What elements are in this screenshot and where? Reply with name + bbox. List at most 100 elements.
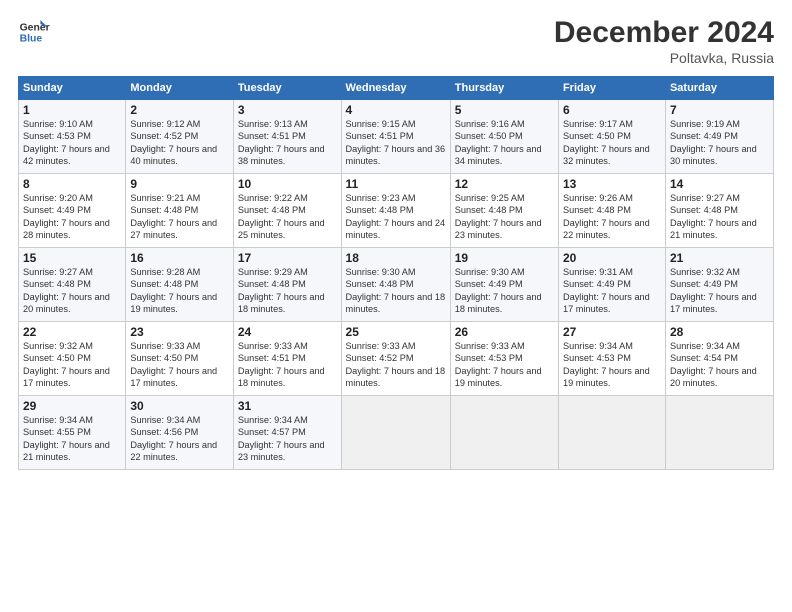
title-block: December 2024 Poltavka, Russia: [554, 16, 774, 66]
logo-icon: General Blue: [18, 16, 50, 48]
cal-cell: 9 Sunrise: 9:21 AMSunset: 4:48 PMDayligh…: [126, 174, 234, 248]
day-info: Sunrise: 9:30 AMSunset: 4:48 PMDaylight:…: [346, 267, 446, 314]
cal-cell: 22 Sunrise: 9:32 AMSunset: 4:50 PMDaylig…: [19, 322, 126, 396]
cal-cell: 5 Sunrise: 9:16 AMSunset: 4:50 PMDayligh…: [450, 100, 558, 174]
day-number: 13: [563, 177, 661, 191]
day-info: Sunrise: 9:33 AMSunset: 4:51 PMDaylight:…: [238, 341, 325, 388]
cal-cell: 25 Sunrise: 9:33 AMSunset: 4:52 PMDaylig…: [341, 322, 450, 396]
day-info: Sunrise: 9:31 AMSunset: 4:49 PMDaylight:…: [563, 267, 650, 314]
cal-cell: 7 Sunrise: 9:19 AMSunset: 4:49 PMDayligh…: [665, 100, 773, 174]
day-number: 15: [23, 251, 121, 265]
cal-cell: 6 Sunrise: 9:17 AMSunset: 4:50 PMDayligh…: [558, 100, 665, 174]
day-info: Sunrise: 9:26 AMSunset: 4:48 PMDaylight:…: [563, 193, 650, 240]
day-number: 19: [455, 251, 554, 265]
day-number: 28: [670, 325, 769, 339]
cal-cell: 29 Sunrise: 9:34 AMSunset: 4:55 PMDaylig…: [19, 396, 126, 470]
day-info: Sunrise: 9:17 AMSunset: 4:50 PMDaylight:…: [563, 119, 650, 166]
cal-cell: 4 Sunrise: 9:15 AMSunset: 4:51 PMDayligh…: [341, 100, 450, 174]
col-header-saturday: Saturday: [665, 77, 773, 100]
day-number: 18: [346, 251, 446, 265]
cal-cell: 3 Sunrise: 9:13 AMSunset: 4:51 PMDayligh…: [233, 100, 341, 174]
day-info: Sunrise: 9:34 AMSunset: 4:56 PMDaylight:…: [130, 415, 217, 462]
day-info: Sunrise: 9:16 AMSunset: 4:50 PMDaylight:…: [455, 119, 542, 166]
day-number: 5: [455, 103, 554, 117]
cal-cell: 14 Sunrise: 9:27 AMSunset: 4:48 PMDaylig…: [665, 174, 773, 248]
day-info: Sunrise: 9:23 AMSunset: 4:48 PMDaylight:…: [346, 193, 446, 240]
cal-cell: 13 Sunrise: 9:26 AMSunset: 4:48 PMDaylig…: [558, 174, 665, 248]
day-info: Sunrise: 9:22 AMSunset: 4:48 PMDaylight:…: [238, 193, 325, 240]
day-info: Sunrise: 9:32 AMSunset: 4:50 PMDaylight:…: [23, 341, 110, 388]
day-info: Sunrise: 9:15 AMSunset: 4:51 PMDaylight:…: [346, 119, 446, 166]
day-info: Sunrise: 9:13 AMSunset: 4:51 PMDaylight:…: [238, 119, 325, 166]
day-number: 31: [238, 399, 337, 413]
day-number: 10: [238, 177, 337, 191]
col-header-thursday: Thursday: [450, 77, 558, 100]
day-info: Sunrise: 9:27 AMSunset: 4:48 PMDaylight:…: [670, 193, 757, 240]
day-info: Sunrise: 9:27 AMSunset: 4:48 PMDaylight:…: [23, 267, 110, 314]
cal-cell: 24 Sunrise: 9:33 AMSunset: 4:51 PMDaylig…: [233, 322, 341, 396]
day-info: Sunrise: 9:34 AMSunset: 4:53 PMDaylight:…: [563, 341, 650, 388]
day-info: Sunrise: 9:34 AMSunset: 4:57 PMDaylight:…: [238, 415, 325, 462]
cal-cell: 17 Sunrise: 9:29 AMSunset: 4:48 PMDaylig…: [233, 248, 341, 322]
day-number: 16: [130, 251, 229, 265]
cal-cell: [558, 396, 665, 470]
day-info: Sunrise: 9:12 AMSunset: 4:52 PMDaylight:…: [130, 119, 217, 166]
day-number: 7: [670, 103, 769, 117]
page: General Blue December 2024 Poltavka, Rus…: [0, 0, 792, 612]
day-info: Sunrise: 9:29 AMSunset: 4:48 PMDaylight:…: [238, 267, 325, 314]
cal-cell: 30 Sunrise: 9:34 AMSunset: 4:56 PMDaylig…: [126, 396, 234, 470]
day-number: 22: [23, 325, 121, 339]
day-info: Sunrise: 9:10 AMSunset: 4:53 PMDaylight:…: [23, 119, 110, 166]
day-number: 25: [346, 325, 446, 339]
day-number: 12: [455, 177, 554, 191]
day-number: 8: [23, 177, 121, 191]
calendar-title: December 2024: [554, 16, 774, 50]
day-number: 11: [346, 177, 446, 191]
day-info: Sunrise: 9:33 AMSunset: 4:52 PMDaylight:…: [346, 341, 446, 388]
day-number: 1: [23, 103, 121, 117]
calendar-subtitle: Poltavka, Russia: [554, 50, 774, 66]
day-info: Sunrise: 9:19 AMSunset: 4:49 PMDaylight:…: [670, 119, 757, 166]
cal-cell: [665, 396, 773, 470]
day-info: Sunrise: 9:20 AMSunset: 4:49 PMDaylight:…: [23, 193, 110, 240]
col-header-friday: Friday: [558, 77, 665, 100]
day-number: 2: [130, 103, 229, 117]
day-info: Sunrise: 9:30 AMSunset: 4:49 PMDaylight:…: [455, 267, 542, 314]
calendar-table: SundayMondayTuesdayWednesdayThursdayFrid…: [18, 76, 774, 470]
day-number: 21: [670, 251, 769, 265]
col-header-sunday: Sunday: [19, 77, 126, 100]
day-number: 23: [130, 325, 229, 339]
cal-cell: 10 Sunrise: 9:22 AMSunset: 4:48 PMDaylig…: [233, 174, 341, 248]
day-number: 26: [455, 325, 554, 339]
cal-cell: 16 Sunrise: 9:28 AMSunset: 4:48 PMDaylig…: [126, 248, 234, 322]
day-number: 27: [563, 325, 661, 339]
col-header-monday: Monday: [126, 77, 234, 100]
cal-cell: 19 Sunrise: 9:30 AMSunset: 4:49 PMDaylig…: [450, 248, 558, 322]
day-info: Sunrise: 9:33 AMSunset: 4:53 PMDaylight:…: [455, 341, 542, 388]
day-number: 14: [670, 177, 769, 191]
cal-cell: 20 Sunrise: 9:31 AMSunset: 4:49 PMDaylig…: [558, 248, 665, 322]
cal-cell: 27 Sunrise: 9:34 AMSunset: 4:53 PMDaylig…: [558, 322, 665, 396]
cal-cell: 12 Sunrise: 9:25 AMSunset: 4:48 PMDaylig…: [450, 174, 558, 248]
day-number: 4: [346, 103, 446, 117]
day-info: Sunrise: 9:34 AMSunset: 4:55 PMDaylight:…: [23, 415, 110, 462]
day-number: 29: [23, 399, 121, 413]
cal-cell: 31 Sunrise: 9:34 AMSunset: 4:57 PMDaylig…: [233, 396, 341, 470]
day-number: 24: [238, 325, 337, 339]
cal-cell: 26 Sunrise: 9:33 AMSunset: 4:53 PMDaylig…: [450, 322, 558, 396]
day-info: Sunrise: 9:34 AMSunset: 4:54 PMDaylight:…: [670, 341, 757, 388]
day-info: Sunrise: 9:32 AMSunset: 4:49 PMDaylight:…: [670, 267, 757, 314]
day-info: Sunrise: 9:25 AMSunset: 4:48 PMDaylight:…: [455, 193, 542, 240]
cal-cell: 21 Sunrise: 9:32 AMSunset: 4:49 PMDaylig…: [665, 248, 773, 322]
svg-text:Blue: Blue: [20, 34, 43, 45]
day-info: Sunrise: 9:28 AMSunset: 4:48 PMDaylight:…: [130, 267, 217, 314]
svg-text:General: General: [20, 22, 50, 33]
header: General Blue December 2024 Poltavka, Rus…: [18, 16, 774, 66]
cal-cell: 1 Sunrise: 9:10 AMSunset: 4:53 PMDayligh…: [19, 100, 126, 174]
day-number: 17: [238, 251, 337, 265]
day-number: 3: [238, 103, 337, 117]
cal-cell: 18 Sunrise: 9:30 AMSunset: 4:48 PMDaylig…: [341, 248, 450, 322]
day-number: 9: [130, 177, 229, 191]
cal-cell: 11 Sunrise: 9:23 AMSunset: 4:48 PMDaylig…: [341, 174, 450, 248]
col-header-wednesday: Wednesday: [341, 77, 450, 100]
